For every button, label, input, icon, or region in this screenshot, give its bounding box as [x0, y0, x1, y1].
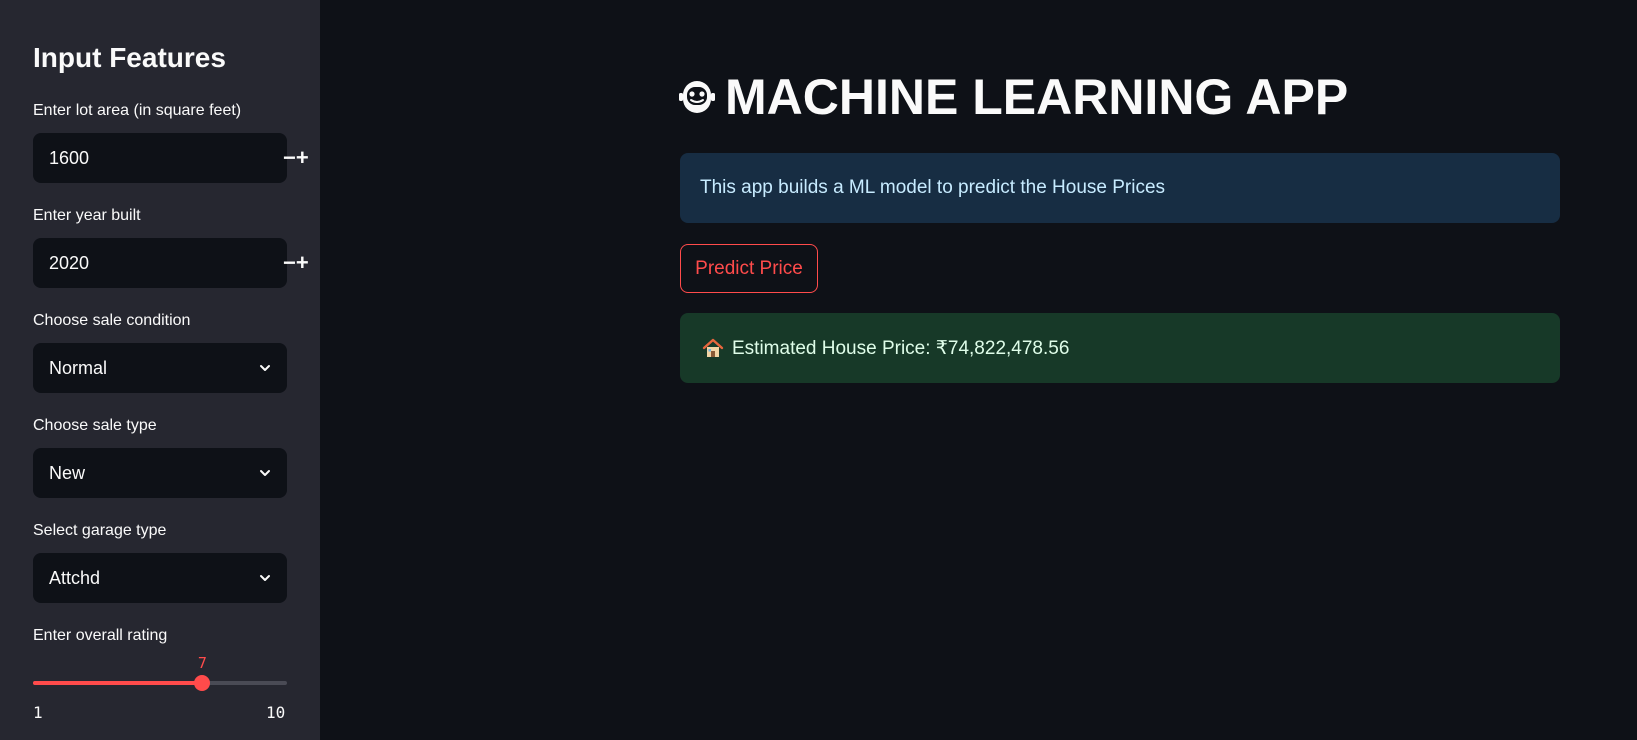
lot-area-increment-button[interactable]: +	[296, 133, 309, 183]
page-title: MACHINE LEARNING APP	[677, 68, 1348, 126]
predict-price-button[interactable]: Predict Price	[680, 244, 818, 293]
info-text: This app builds a ML model to predict th…	[700, 177, 1166, 198]
result-text: Estimated House Price: ₹74,822,478.56	[732, 337, 1070, 359]
sidebar-title: Input Features	[33, 42, 226, 73]
sale-type-value: New	[49, 462, 86, 483]
year-built-input-group: − +	[33, 238, 309, 288]
chevron-down-icon	[260, 365, 270, 371]
lot-area-input[interactable]	[33, 146, 283, 170]
garage-type-select[interactable]: Attchd	[33, 553, 287, 603]
overall-rating-slider[interactable]	[33, 675, 287, 691]
year-built-decrement-button[interactable]: −	[283, 238, 296, 288]
lot-area-decrement-button[interactable]: −	[283, 133, 296, 183]
year-built-input[interactable]	[33, 251, 283, 275]
sale-type-select[interactable]: New	[33, 448, 287, 498]
garage-type-value: Attchd	[49, 567, 101, 588]
garage-type-label: Select garage type	[33, 522, 167, 539]
overall-rating-min: 1	[33, 703, 43, 722]
year-built-increment-button[interactable]: +	[296, 238, 309, 288]
sidebar: Input Features Enter lot area (in square…	[0, 0, 320, 740]
overall-rating-label: Enter overall rating	[33, 627, 168, 644]
sale-type-label: Choose sale type	[33, 417, 157, 434]
sale-condition-select[interactable]: Normal	[33, 343, 287, 393]
result-alert: Estimated House Price: ₹74,822,478.56	[680, 313, 1560, 383]
chevron-down-icon	[260, 470, 270, 476]
slider-thumb[interactable]	[194, 675, 211, 691]
page-title-text: MACHINE LEARNING APP	[725, 69, 1349, 125]
lot-area-label: Enter lot area (in square feet)	[33, 102, 242, 119]
sale-condition-label: Choose sale condition	[33, 312, 191, 329]
chevron-down-icon	[260, 575, 270, 581]
overall-rating-max: 10	[266, 703, 286, 722]
robot-face-icon	[679, 81, 715, 113]
year-built-label: Enter year built	[33, 207, 141, 224]
slider-fill	[33, 681, 203, 685]
info-alert: This app builds a ML model to predict th…	[680, 153, 1560, 223]
house-icon	[702, 338, 724, 357]
lot-area-input-group: − +	[33, 133, 309, 183]
overall-rating-value: 7	[197, 654, 207, 672]
sale-condition-value: Normal	[49, 357, 108, 378]
